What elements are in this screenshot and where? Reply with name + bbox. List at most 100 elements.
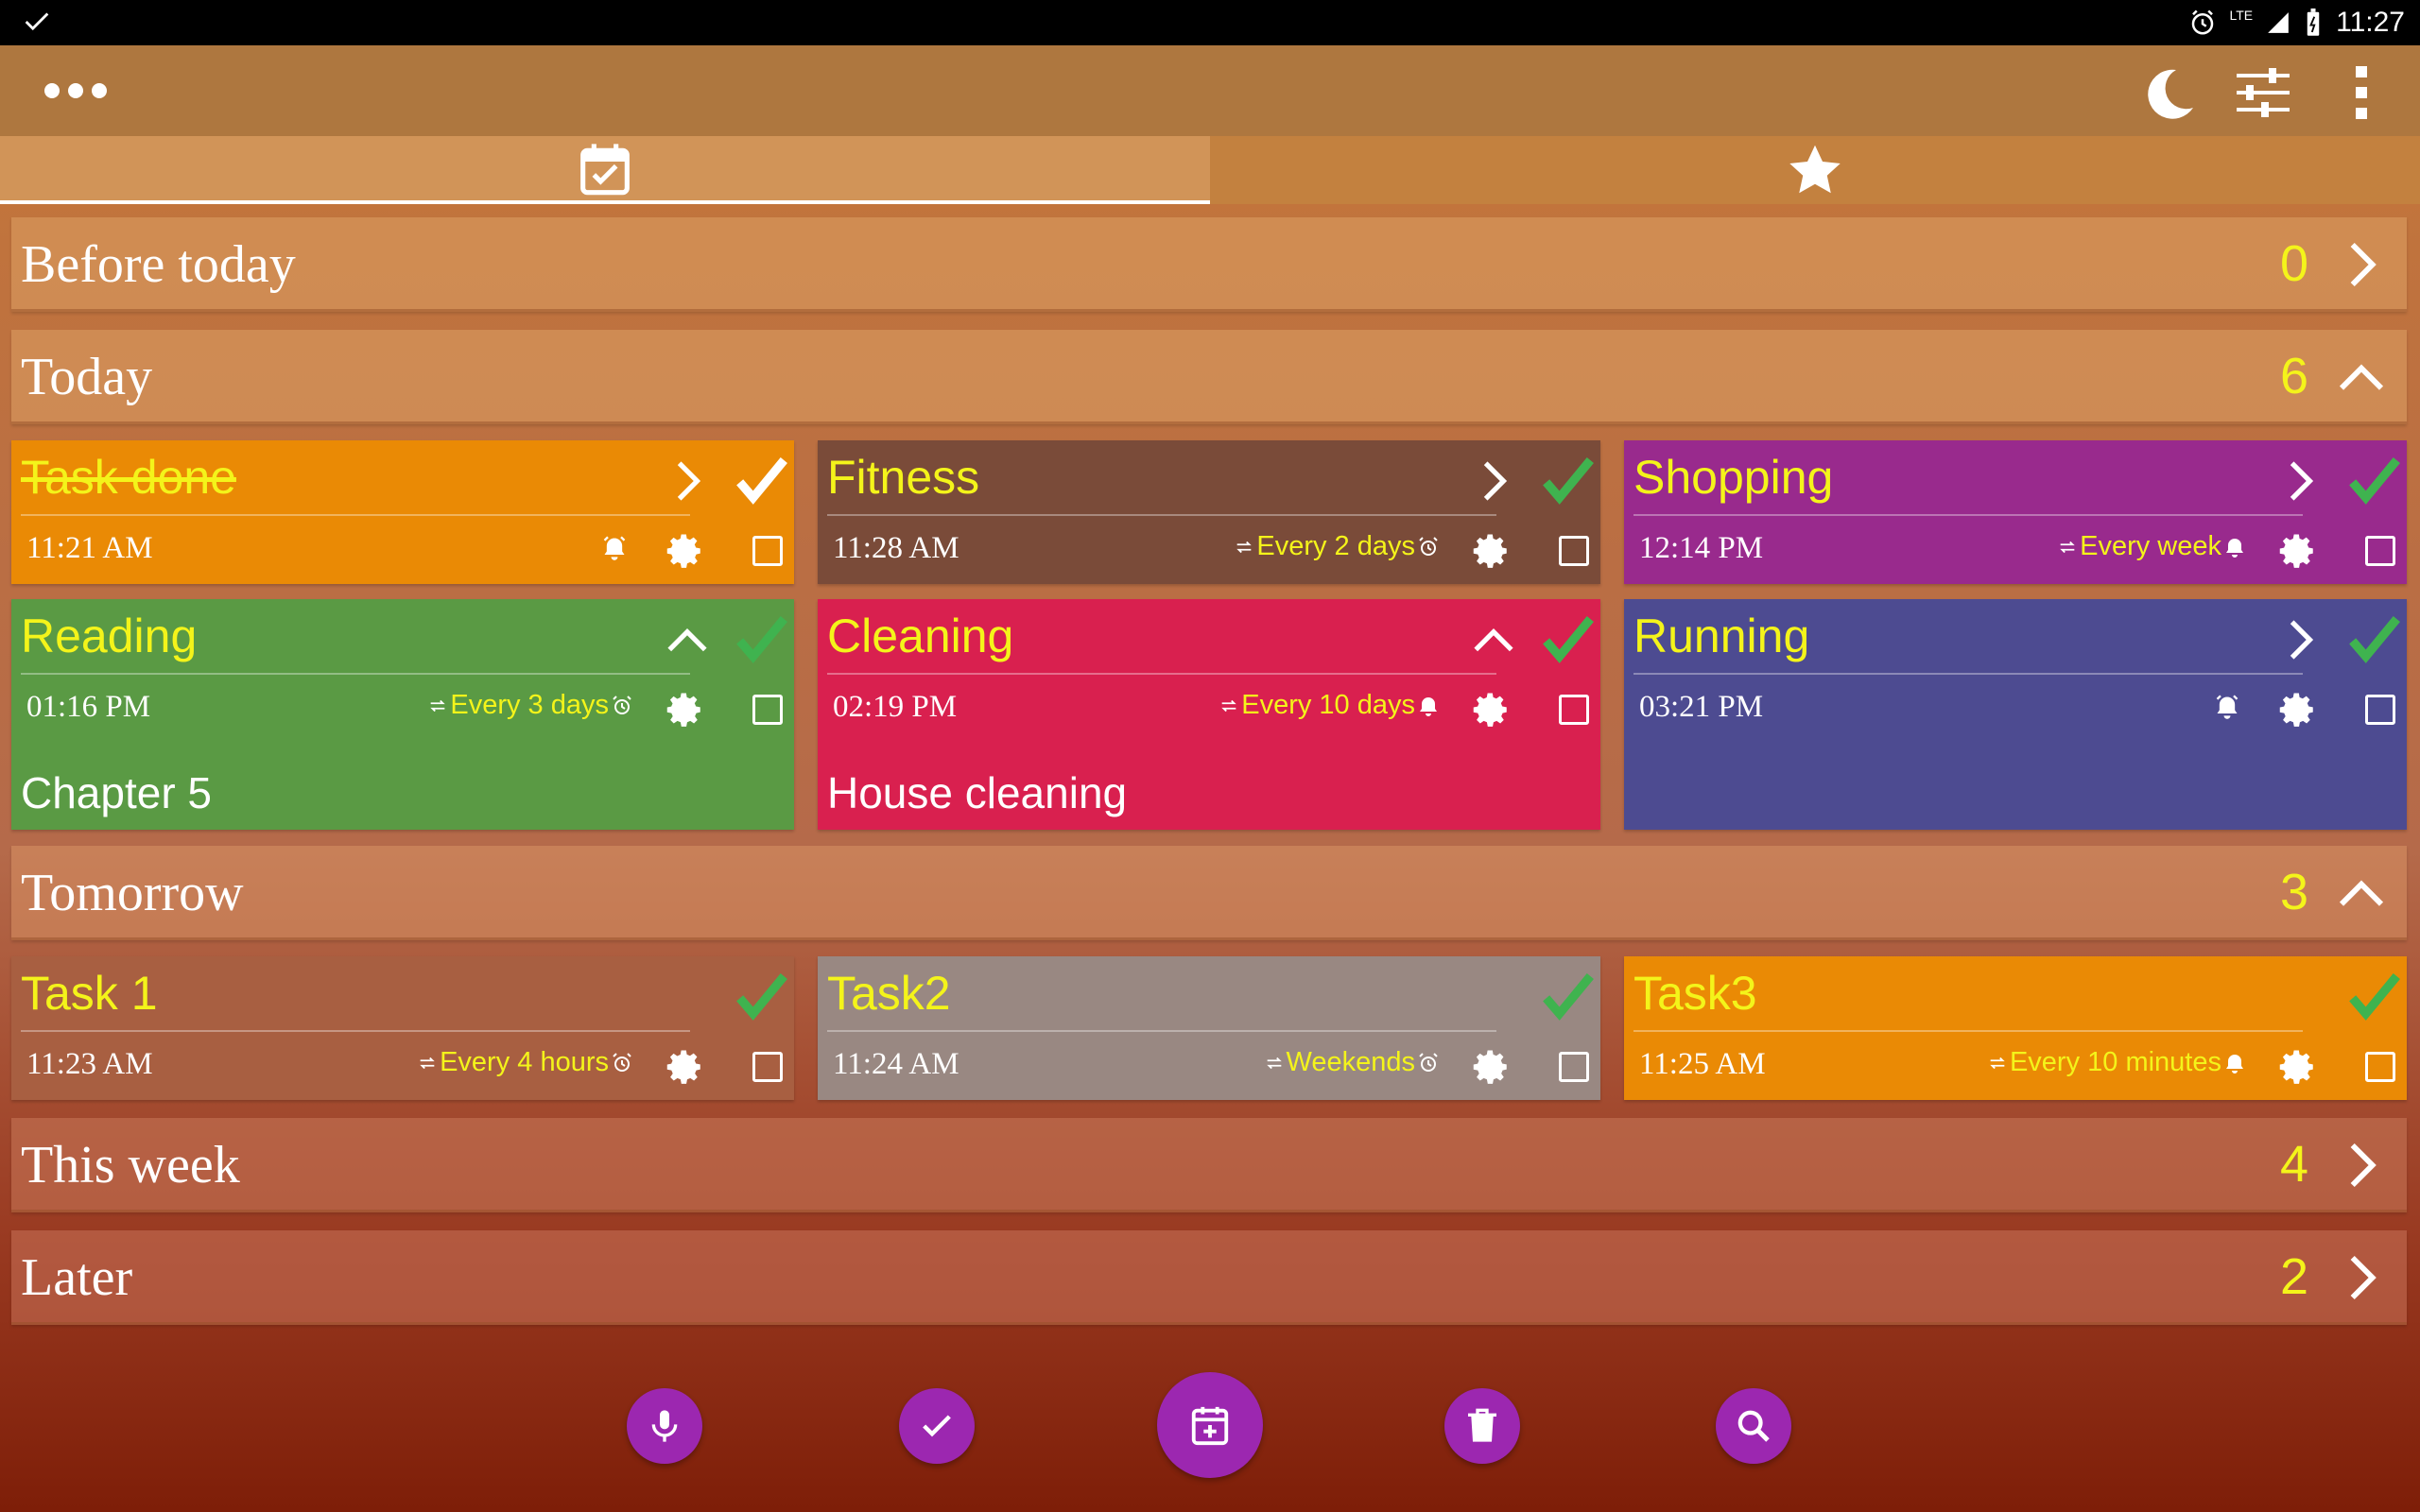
add-event-icon bbox=[1191, 1406, 1229, 1446]
done-check-icon[interactable] bbox=[735, 970, 788, 1022]
divider bbox=[21, 514, 690, 516]
status-bar: LTE 11:27 bbox=[0, 0, 2420, 45]
chevron-right-icon[interactable] bbox=[2276, 457, 2324, 505]
done-check-icon[interactable] bbox=[1542, 970, 1595, 1022]
done-check-icon[interactable] bbox=[1542, 612, 1595, 665]
task-checkbox[interactable] bbox=[1559, 695, 1589, 725]
task-card-task3[interactable]: Task3 11:25 AM Every 10 minutes bbox=[1624, 956, 2407, 1100]
more-horiz-icon bbox=[44, 83, 107, 98]
task-time: 11:21 AM bbox=[26, 531, 153, 565]
repeat-label: Every 3 days bbox=[450, 690, 609, 720]
task-time: 11:25 AM bbox=[1639, 1047, 1766, 1081]
task-repeat: Weekends bbox=[1264, 1047, 1441, 1078]
section-this-week[interactable]: This week 4 bbox=[11, 1118, 2407, 1212]
repeat-icon bbox=[2060, 541, 2075, 553]
overflow-menu-icon[interactable] bbox=[2331, 62, 2392, 123]
repeat-icon bbox=[430, 699, 446, 712]
settings-gear-icon[interactable] bbox=[2278, 690, 2318, 730]
task-card-task-1[interactable]: Task 1 11:23 AM Every 4 hours bbox=[11, 956, 794, 1100]
alarm-clock-icon bbox=[613, 695, 631, 714]
task-checkbox[interactable] bbox=[1559, 536, 1589, 566]
check-icon bbox=[923, 1415, 951, 1437]
task-time: 01:16 PM bbox=[26, 690, 151, 724]
done-check-icon[interactable] bbox=[2348, 970, 2401, 1022]
battery-icon bbox=[2307, 9, 2320, 36]
settings-gear-icon[interactable] bbox=[2278, 531, 2318, 571]
task-title: Task done bbox=[21, 451, 236, 504]
done-check-icon[interactable] bbox=[735, 454, 788, 507]
chevron-right-icon[interactable] bbox=[664, 457, 711, 505]
microphone-icon bbox=[651, 1410, 678, 1442]
settings-gear-icon[interactable] bbox=[1472, 690, 1512, 730]
filter-sliders-icon[interactable] bbox=[2233, 62, 2293, 123]
task-time: 03:21 PM bbox=[1639, 690, 1764, 724]
divider bbox=[1634, 673, 2303, 675]
task-title: Reading bbox=[21, 610, 198, 662]
delete-button[interactable] bbox=[1444, 1388, 1520, 1464]
section-before-today[interactable]: Before today 0 bbox=[11, 217, 2407, 312]
section-today[interactable]: Today 6 bbox=[11, 330, 2407, 424]
task-checkbox[interactable] bbox=[2365, 1052, 2395, 1082]
settings-gear-icon[interactable] bbox=[666, 690, 705, 730]
task-time: 11:24 AM bbox=[833, 1047, 959, 1081]
task-card-cleaning[interactable]: Cleaning 02:19 PM Every 10 days House cl… bbox=[818, 599, 1600, 830]
settings-gear-icon[interactable] bbox=[2278, 1047, 2318, 1087]
section-count: 6 bbox=[2279, 348, 2308, 404]
section-later[interactable]: Later 2 bbox=[11, 1230, 2407, 1325]
repeat-label: Weekends bbox=[1286, 1047, 1416, 1077]
alarm-clock-icon bbox=[1419, 1052, 1438, 1072]
section-tomorrow[interactable]: Tomorrow 3 bbox=[11, 846, 2407, 940]
settings-gear-icon[interactable] bbox=[666, 531, 705, 571]
task-card-task2[interactable]: Task2 11:24 AM Weekends bbox=[818, 956, 1600, 1100]
divider bbox=[827, 514, 1496, 516]
done-check-icon[interactable] bbox=[1542, 454, 1595, 507]
task-card-reading[interactable]: Reading 01:16 PM Every 3 days Chapter 5 bbox=[11, 599, 794, 830]
chevron-up-icon bbox=[2339, 880, 2384, 906]
task-checkbox[interactable] bbox=[752, 695, 783, 725]
task-checkbox[interactable] bbox=[2365, 536, 2395, 566]
settings-gear-icon[interactable] bbox=[1472, 531, 1512, 571]
settings-gear-icon[interactable] bbox=[666, 1047, 705, 1087]
task-note: Chapter 5 bbox=[21, 768, 213, 817]
task-title: Fitness bbox=[827, 451, 980, 504]
section-count: 2 bbox=[2279, 1248, 2308, 1305]
alarm-clock-icon bbox=[1419, 536, 1438, 556]
more-horiz-button[interactable] bbox=[38, 66, 113, 115]
done-check-icon[interactable] bbox=[735, 612, 788, 665]
task-card-task-done[interactable]: Task done 11:21 AM bbox=[11, 440, 794, 584]
done-check-icon[interactable] bbox=[2348, 454, 2401, 507]
voice-input-button[interactable] bbox=[627, 1388, 702, 1464]
chevron-right-icon[interactable] bbox=[2276, 616, 2324, 663]
night-mode-icon[interactable] bbox=[2138, 62, 2199, 123]
repeat-icon bbox=[1221, 699, 1236, 712]
tab-bar bbox=[0, 136, 2420, 204]
alarm-icon bbox=[603, 536, 626, 560]
trash-icon bbox=[1468, 1408, 1496, 1442]
task-checkbox[interactable] bbox=[1559, 1052, 1589, 1082]
settings-gear-icon[interactable] bbox=[1472, 1047, 1512, 1087]
divider bbox=[827, 673, 1496, 675]
done-check-icon[interactable] bbox=[2348, 612, 2401, 665]
task-repeat: Every 2 days bbox=[1234, 531, 1440, 562]
section-count: 4 bbox=[2279, 1136, 2308, 1193]
task-card-running[interactable]: Running 03:21 PM bbox=[1624, 599, 2407, 830]
add-task-button[interactable] bbox=[1157, 1372, 1263, 1478]
alarm-status-icon bbox=[2191, 9, 2213, 35]
task-repeat: Every 10 minutes bbox=[1987, 1047, 2246, 1078]
task-checkbox[interactable] bbox=[752, 1052, 783, 1082]
tab-calendar[interactable] bbox=[0, 136, 1210, 204]
chevron-right-icon[interactable] bbox=[1470, 457, 1517, 505]
alarm-icon bbox=[2226, 1054, 2243, 1074]
task-card-fitness[interactable]: Fitness 11:28 AM Every 2 days bbox=[818, 440, 1600, 584]
alarm-icon bbox=[2226, 538, 2243, 558]
task-card-shopping[interactable]: Shopping 12:14 PM Every week bbox=[1624, 440, 2407, 584]
complete-button[interactable] bbox=[899, 1388, 975, 1464]
tab-favorites[interactable] bbox=[1210, 136, 2420, 204]
chevron-up-icon[interactable] bbox=[1470, 616, 1517, 663]
search-button[interactable] bbox=[1716, 1388, 1791, 1464]
task-checkbox[interactable] bbox=[752, 536, 783, 566]
chevron-up-icon[interactable] bbox=[664, 616, 711, 663]
task-checkbox[interactable] bbox=[2365, 695, 2395, 725]
repeat-label: Every 10 minutes bbox=[2009, 1047, 2221, 1077]
task-note: House cleaning bbox=[827, 768, 1128, 817]
